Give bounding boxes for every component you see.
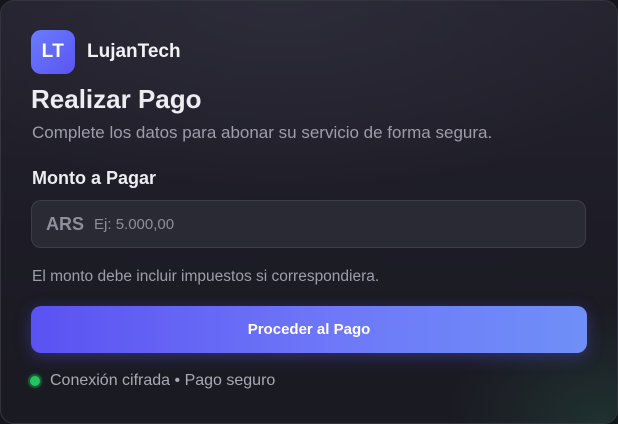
payment-card: LT LujanTech Realizar Pago Complete los …	[0, 0, 618, 424]
amount-hint: El monto debe incluir impuestos si corre…	[32, 268, 380, 285]
amount-field[interactable]: ARS	[31, 200, 586, 248]
amount-label: Monto a Pagar	[32, 168, 157, 188]
status-dot-icon	[30, 376, 40, 386]
page-subtitle: Complete los datos para abonar su servic…	[32, 123, 493, 142]
brand-logo: LT	[31, 30, 75, 74]
brand-name: LujanTech	[87, 41, 181, 62]
page-title: Realizar Pago	[31, 84, 202, 114]
security-notice: Conexión cifrada • Pago seguro	[30, 372, 275, 390]
amount-input[interactable]	[94, 215, 555, 233]
proceed-payment-button[interactable]: Proceder al Pago	[31, 306, 587, 353]
security-text: Conexión cifrada • Pago seguro	[50, 372, 276, 389]
currency-prefix: ARS	[46, 213, 85, 234]
brand-header: LT LujanTech	[31, 30, 181, 74]
